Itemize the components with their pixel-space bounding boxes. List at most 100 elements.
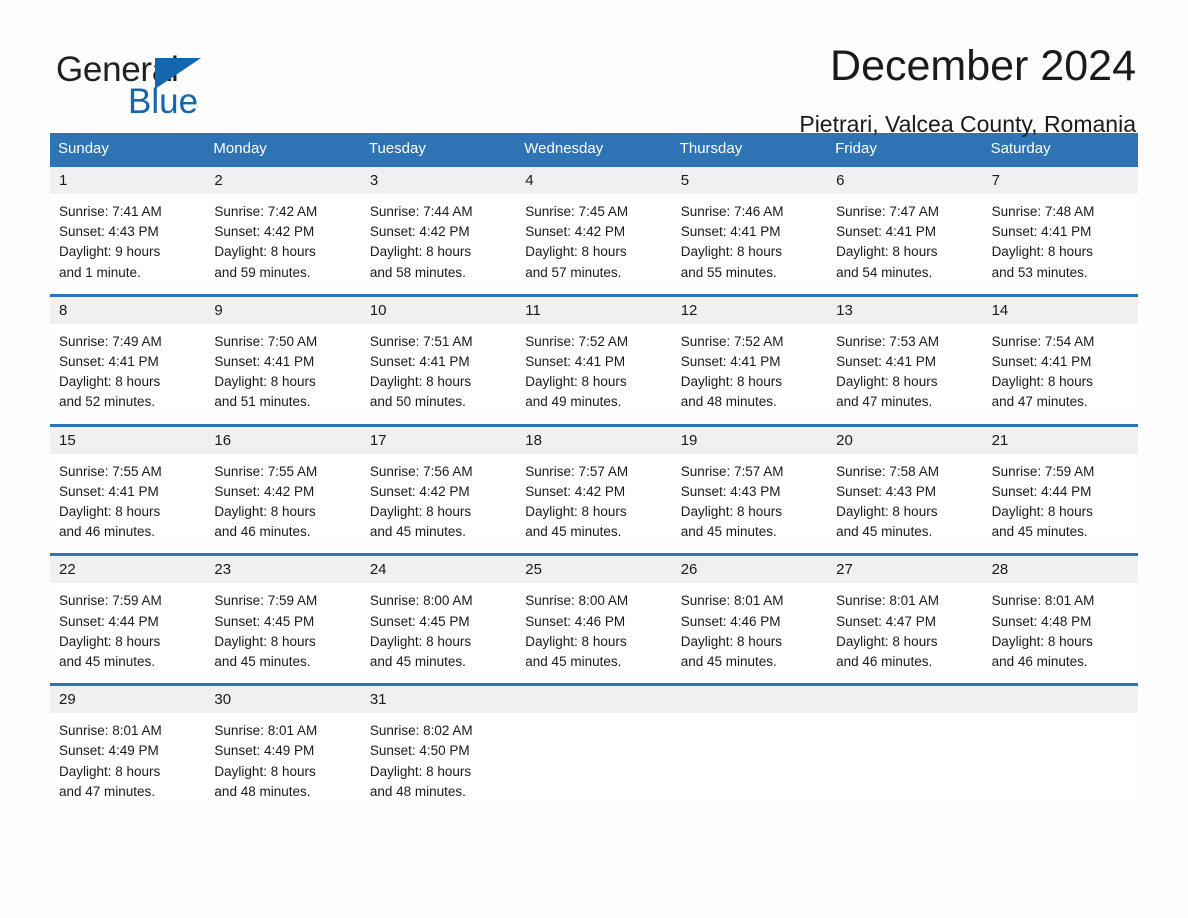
- calendar-day-cell[interactable]: 15 Sunrise: 7:55 AM Sunset: 4:41 PM Dayligh…: [50, 426, 206, 543]
- calendar-day-cell[interactable]: 29 Sunrise: 8:01 AM Sunset: 4:49 PM Dayligh…: [50, 686, 206, 803]
- calendar-day-cell[interactable]: 17 Sunrise: 7:56 AM Sunset: 4:42 PM Dayligh…: [360, 426, 517, 543]
- calendar-day-cell[interactable]: 27 Sunrise: 8:01 AM Sunset: 4:47 PM Dayligh…: [827, 556, 983, 673]
- day-detail-line: Sunset: 4:47 PM: [836, 613, 936, 629]
- day-details: Sunrise: 7:47 AM Sunset: 4:41 PM Daylight:…: [827, 194, 982, 283]
- calendar-day-cell[interactable]: 23 Sunrise: 7:59 AM Sunset: 4:45 PM Dayligh…: [205, 556, 361, 673]
- day-number: 27: [836, 561, 853, 579]
- day-number-band: 7: [982, 167, 1138, 194]
- day-number-band: 14: [982, 296, 1138, 324]
- day-number-band: 25: [516, 556, 672, 584]
- day-details: Sunrise: 7:45 AM Sunset: 4:42 PM Daylight:…: [516, 194, 671, 283]
- calendar-day-cell[interactable]: 4 Sunrise: 7:45 AM Sunset: 4:42 PM Daylight…: [516, 167, 672, 283]
- day-detail-line: and 51 minutes.: [214, 394, 311, 410]
- calendar-day-cell[interactable]: 1 Sunrise: 7:41 AM Sunset: 4:43 PM Daylight…: [50, 167, 206, 283]
- page-header: General Blue December 2024 Pietrari, Val…: [0, 0, 1188, 137]
- calendar-day-cell[interactable]: 3 Sunrise: 7:44 AM Sunset: 4:42 PM Daylight…: [360, 167, 517, 283]
- day-detail-line: and 50 minutes.: [369, 394, 466, 410]
- day-detail-line: Sunset: 4:41 PM: [369, 354, 470, 370]
- day-detail-line: Sunrise: 7:50 AM: [214, 333, 318, 349]
- day-details: Sunrise: 7:55 AM Sunset: 4:42 PM Daylight:…: [205, 454, 360, 543]
- calendar-day-cell[interactable]: 7 Sunrise: 7:48 AM Sunset: 4:41 PM Daylight…: [982, 167, 1138, 283]
- calendar-day-cell[interactable]: 16 Sunrise: 7:55 AM Sunset: 4:42 PM Dayligh…: [205, 426, 361, 543]
- day-number-band: [982, 686, 1138, 714]
- calendar-day-cell[interactable]: 9 Sunrise: 7:50 AM Sunset: 4:41 PM Daylight…: [205, 296, 361, 413]
- day-details: Sunrise: 7:59 AM Sunset: 4:44 PM Daylight:…: [50, 583, 205, 672]
- day-number-band: 10: [360, 296, 517, 324]
- day-details: Sunrise: 8:01 AM Sunset: 4:46 PM Daylight:…: [672, 583, 827, 672]
- day-detail-line: Sunset: 4:44 PM: [59, 613, 159, 629]
- calendar-day-cell[interactable]: 10 Sunrise: 7:51 AM Sunset: 4:41 PM Dayligh…: [360, 296, 517, 413]
- logo-text-blue: Blue: [128, 82, 199, 121]
- day-detail-line: Sunrise: 7:59 AM: [991, 463, 1095, 479]
- day-details: Sunrise: 7:49 AM Sunset: 4:41 PM Daylight:…: [50, 324, 205, 413]
- calendar-day-cell[interactable]: 12 Sunrise: 7:52 AM Sunset: 4:41 PM Dayligh…: [671, 296, 828, 413]
- calendar-day-cell[interactable]: 5 Sunrise: 7:46 AM Sunset: 4:41 PM Daylight…: [671, 167, 828, 283]
- day-detail-line: Sunset: 4:50 PM: [369, 743, 470, 759]
- calendar-day-cell[interactable]: 18 Sunrise: 7:57 AM Sunset: 4:42 PM Dayligh…: [516, 426, 672, 543]
- day-detail-line: Sunrise: 8:01 AM: [59, 723, 162, 739]
- day-detail-line: Sunrise: 7:45 AM: [525, 204, 629, 219]
- day-number: 24: [369, 561, 387, 579]
- day-number-band: 16: [205, 426, 361, 454]
- day-details: Sunrise: 8:02 AM Sunset: 4:50 PM Daylight:…: [361, 713, 516, 802]
- day-detail-line: and 45 minutes.: [525, 654, 622, 670]
- day-number: 28: [991, 561, 1009, 579]
- calendar-cell-empty: [982, 686, 1138, 803]
- calendar-day-cell[interactable]: 14 Sunrise: 7:54 AM Sunset: 4:41 PM Dayligh…: [982, 296, 1138, 413]
- generalblue-logo: General Blue: [56, 44, 246, 121]
- day-detail-line: and 46 minutes.: [991, 654, 1088, 670]
- day-detail-line: Sunset: 4:48 PM: [991, 613, 1092, 629]
- header-titles: December 2024 Pietrari, Valcea County, R…: [246, 43, 1136, 138]
- day-detail-line: Sunset: 4:41 PM: [991, 224, 1092, 240]
- day-detail-line: Daylight: 8 hours: [680, 504, 783, 520]
- day-number: 16: [214, 431, 232, 449]
- calendar-day-cell[interactable]: 11 Sunrise: 7:52 AM Sunset: 4:41 PM Dayligh…: [516, 296, 672, 413]
- calendar-day-cell[interactable]: 30 Sunrise: 8:01 AM Sunset: 4:49 PM Dayligh…: [205, 686, 361, 803]
- calendar-day-cell[interactable]: 20 Sunrise: 7:58 AM Sunset: 4:43 PM Dayligh…: [827, 426, 983, 543]
- calendar-day-cell[interactable]: 26 Sunrise: 8:01 AM Sunset: 4:46 PM Dayligh…: [671, 556, 828, 673]
- day-detail-line: Daylight: 8 hours: [525, 244, 627, 260]
- calendar-day-cell[interactable]: 22 Sunrise: 7:59 AM Sunset: 4:44 PM Dayligh…: [50, 556, 206, 673]
- day-detail-line: Sunset: 4:44 PM: [991, 483, 1092, 499]
- calendar-day-cell[interactable]: 21 Sunrise: 7:59 AM Sunset: 4:44 PM Dayligh…: [982, 426, 1138, 543]
- calendar-day-cell[interactable]: 2 Sunrise: 7:42 AM Sunset: 4:42 PM Daylight…: [205, 167, 361, 283]
- day-details: Sunrise: 7:57 AM Sunset: 4:43 PM Daylight:…: [672, 454, 827, 543]
- day-number-band: [827, 686, 983, 714]
- calendar-day-cell[interactable]: 28 Sunrise: 8:01 AM Sunset: 4:48 PM Dayligh…: [982, 556, 1138, 673]
- weekday-sunday: Sunday: [58, 140, 109, 157]
- day-number-band: 17: [360, 426, 517, 454]
- calendar-weeks: 1 Sunrise: 7:41 AM Sunset: 4:43 PM Daylight…: [50, 164, 1138, 803]
- day-detail-line: Sunrise: 7:46 AM: [680, 204, 784, 219]
- day-detail-line: Sunset: 4:46 PM: [680, 613, 781, 629]
- day-detail-line: Sunrise: 7:57 AM: [525, 463, 629, 479]
- day-details: Sunrise: 7:41 AM Sunset: 4:43 PM Daylight:…: [50, 194, 205, 283]
- calendar-day-cell[interactable]: 24 Sunrise: 8:00 AM Sunset: 4:45 PM Dayligh…: [360, 556, 517, 673]
- day-number: 19: [680, 431, 698, 449]
- day-detail-line: Sunrise: 7:55 AM: [59, 463, 162, 479]
- day-number-band: 15: [50, 426, 206, 454]
- day-detail-line: and 45 minutes.: [369, 524, 466, 540]
- calendar-day-cell[interactable]: 19 Sunrise: 7:57 AM Sunset: 4:43 PM Dayligh…: [671, 426, 828, 543]
- day-number-band: 13: [827, 296, 983, 324]
- day-number: 20: [836, 431, 853, 449]
- calendar-day-cell[interactable]: 13 Sunrise: 7:53 AM Sunset: 4:41 PM Dayligh…: [827, 296, 983, 413]
- day-details: Sunrise: 7:44 AM Sunset: 4:42 PM Daylight:…: [361, 194, 516, 283]
- day-number-band: 9: [205, 296, 361, 324]
- day-details: Sunrise: 8:01 AM Sunset: 4:49 PM Daylight:…: [50, 713, 205, 802]
- day-number-band: 6: [827, 167, 983, 194]
- day-detail-line: and 47 minutes.: [59, 783, 156, 799]
- day-details: Sunrise: 7:54 AM Sunset: 4:41 PM Daylight:…: [983, 324, 1138, 413]
- day-number: 29: [59, 691, 76, 709]
- day-detail-line: Sunset: 4:41 PM: [525, 354, 626, 370]
- day-detail-line: Sunrise: 7:53 AM: [836, 333, 939, 349]
- day-details: Sunrise: 7:52 AM Sunset: 4:41 PM Daylight:…: [516, 324, 671, 413]
- day-number-band: 23: [205, 556, 361, 584]
- calendar-day-cell[interactable]: 6 Sunrise: 7:47 AM Sunset: 4:41 PM Daylight…: [827, 167, 983, 283]
- day-details: Sunrise: 8:00 AM Sunset: 4:46 PM Daylight:…: [516, 583, 671, 672]
- day-detail-line: Sunset: 4:43 PM: [59, 224, 159, 240]
- calendar-day-cell[interactable]: 8 Sunrise: 7:49 AM Sunset: 4:41 PM Daylight…: [50, 296, 206, 413]
- day-detail-line: and 45 minutes.: [59, 654, 156, 670]
- calendar-day-cell[interactable]: 31 Sunrise: 8:02 AM Sunset: 4:50 PM Dayligh…: [360, 686, 517, 803]
- calendar-day-cell[interactable]: 25 Sunrise: 8:00 AM Sunset: 4:46 PM Dayligh…: [516, 556, 672, 673]
- day-details: Sunrise: 7:59 AM Sunset: 4:45 PM Daylight:…: [205, 583, 360, 672]
